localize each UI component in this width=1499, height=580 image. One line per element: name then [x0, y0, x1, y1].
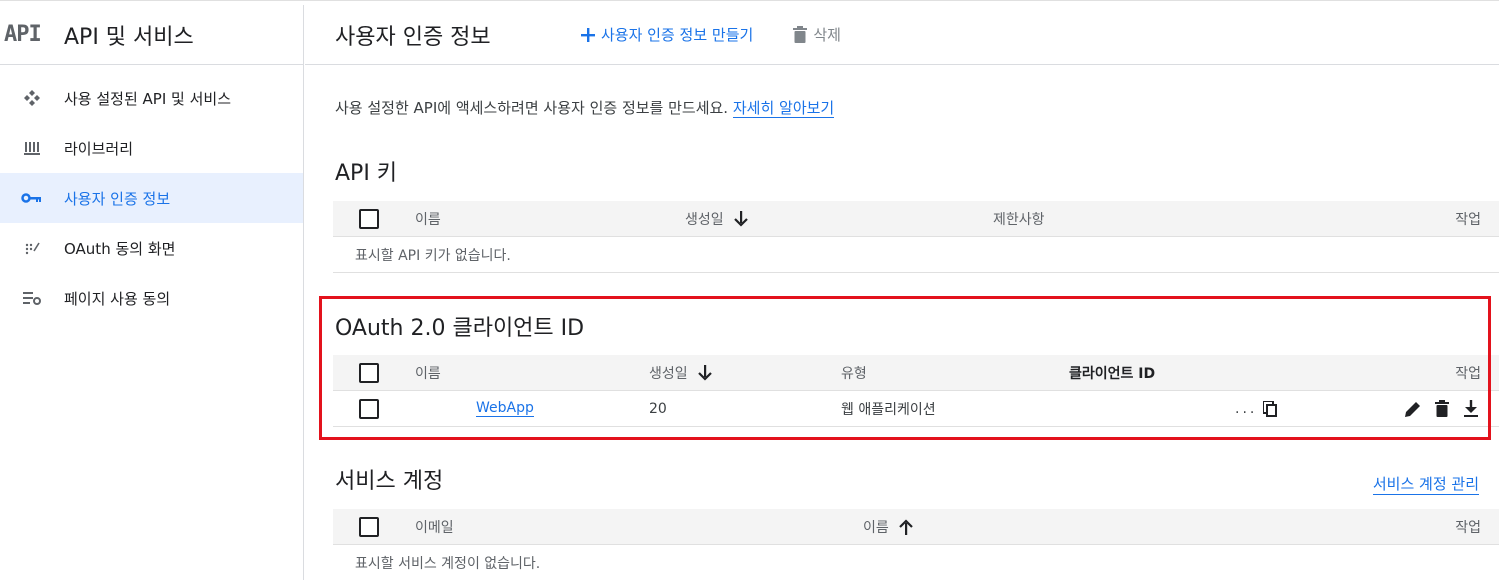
product-title[interactable]: API 및 서비스: [56, 19, 194, 51]
settings-list-icon: [0, 289, 64, 307]
table-row: WebApp 20 웹 애플리케이션 ...: [333, 391, 1499, 427]
client-id-value: ...: [1235, 400, 1258, 417]
client-type: 웹 애플리케이션: [841, 401, 936, 418]
select-all-checkbox[interactable]: [359, 362, 379, 383]
download-icon[interactable]: [1463, 400, 1479, 417]
sidebar-nav: 사용 설정된 API 및 서비스 라이브러리 사용자 인증 정보 OAuth 동…: [0, 65, 303, 323]
sort-up-icon: [898, 518, 913, 535]
delete-button[interactable]: 삭제: [793, 24, 841, 45]
edit-icon[interactable]: [1405, 401, 1421, 417]
col-type[interactable]: 유형: [841, 363, 867, 383]
oauth-table: 이름 생성일 유형 클라이언트 ID 작업 WebApp 20 웹 애플리케이션…: [333, 355, 1499, 427]
row-checkbox[interactable]: [359, 398, 379, 419]
table-header: 이름 생성일 유형 클라이언트 ID 작업: [333, 355, 1499, 391]
col-created-label: 생성일: [649, 365, 688, 382]
sidebar-item-credentials[interactable]: 사용자 인증 정보: [0, 173, 303, 223]
col-email[interactable]: 이메일: [415, 517, 454, 537]
delete-icon[interactable]: [1435, 400, 1449, 417]
sidebar-item-library[interactable]: 라이브러리: [0, 123, 303, 173]
service-accounts-table: 이메일 이름 작업 표시할 서비스 계정이 없습니다.: [333, 509, 1499, 580]
col-created-label: 생성일: [685, 211, 724, 228]
intro-text: 사용 설정한 API에 액세스하려면 사용자 인증 정보를 만드세요. 자세히 …: [335, 97, 835, 118]
col-client-id: 클라이언트 ID: [1069, 365, 1156, 382]
col-created[interactable]: 생성일: [649, 363, 712, 383]
empty-message: 표시할 서비스 계정이 없습니다.: [333, 545, 1499, 580]
sidebar-item-page-usage[interactable]: 페이지 사용 동의: [0, 273, 303, 323]
sort-down-icon: [733, 210, 748, 227]
create-credentials-label: 사용자 인증 정보 만들기: [601, 26, 754, 44]
delete-label: 삭제: [813, 26, 841, 44]
created-date: 20: [649, 400, 667, 417]
api-logo: API: [4, 22, 42, 47]
sidebar-item-label: OAuth 동의 화면: [64, 239, 176, 258]
col-actions: 작업: [1455, 519, 1481, 536]
col-name[interactable]: 이름: [415, 363, 441, 383]
api-dashboard-icon: [0, 88, 64, 108]
api-keys-table: 이름 생성일 제한사항 작업 표시할 API 키가 없습니다.: [333, 201, 1499, 273]
sidebar-item-label: 사용자 인증 정보: [64, 189, 171, 208]
empty-message: 표시할 API 키가 없습니다.: [333, 237, 1499, 273]
library-icon: [0, 139, 64, 157]
col-name[interactable]: 이름: [415, 209, 441, 229]
table-header: 이름 생성일 제한사항 작업: [333, 201, 1499, 237]
col-name[interactable]: 이름: [863, 517, 913, 537]
key-icon: [0, 192, 64, 204]
page-header: 사용자 인증 정보 사용자 인증 정보 만들기 삭제: [305, 5, 1499, 65]
select-all-checkbox[interactable]: [359, 208, 379, 229]
client-name-link[interactable]: WebApp: [476, 400, 534, 417]
intro-message: 사용 설정한 API에 액세스하려면 사용자 인증 정보를 만드세요.: [335, 99, 729, 117]
service-accounts-title: 서비스 계정: [335, 469, 444, 494]
create-credentials-button[interactable]: 사용자 인증 정보 만들기: [581, 24, 753, 45]
sidebar-item-label: 페이지 사용 동의: [64, 289, 171, 308]
select-all-checkbox[interactable]: [359, 516, 379, 537]
api-keys-title: API 키: [335, 161, 398, 186]
page-title: 사용자 인증 정보: [335, 24, 491, 50]
sidebar: API API 및 서비스 사용 설정된 API 및 서비스 라이브러리 사용자…: [0, 5, 304, 580]
sidebar-item-label: 사용 설정된 API 및 서비스: [64, 89, 232, 108]
oauth-title: OAuth 2.0 클라이언트 ID: [335, 316, 585, 341]
col-actions: 작업: [1455, 211, 1481, 228]
sidebar-item-label: 라이브러리: [64, 139, 134, 158]
manage-service-accounts-link[interactable]: 서비스 계정 관리: [1372, 473, 1479, 495]
sidebar-item-enabled-apis[interactable]: 사용 설정된 API 및 서비스: [0, 73, 303, 123]
trash-icon: [793, 26, 808, 43]
col-name-label: 이름: [863, 519, 889, 536]
learn-more-link[interactable]: 자세히 알아보기: [732, 99, 835, 118]
col-restrictions: 제한사항: [993, 211, 1045, 228]
brand-header: API API 및 서비스: [0, 5, 303, 65]
main-content: 사용자 인증 정보 사용자 인증 정보 만들기 삭제 사용 설정한 API에 액…: [305, 5, 1499, 580]
sidebar-item-oauth-consent[interactable]: OAuth 동의 화면: [0, 223, 303, 273]
plus-icon: [581, 27, 595, 42]
consent-icon: [0, 239, 64, 257]
col-created[interactable]: 생성일: [685, 209, 748, 229]
sort-down-icon: [697, 364, 712, 381]
copy-icon[interactable]: [1263, 400, 1278, 417]
col-actions: 작업: [1455, 365, 1481, 382]
table-header: 이메일 이름 작업: [333, 509, 1499, 545]
